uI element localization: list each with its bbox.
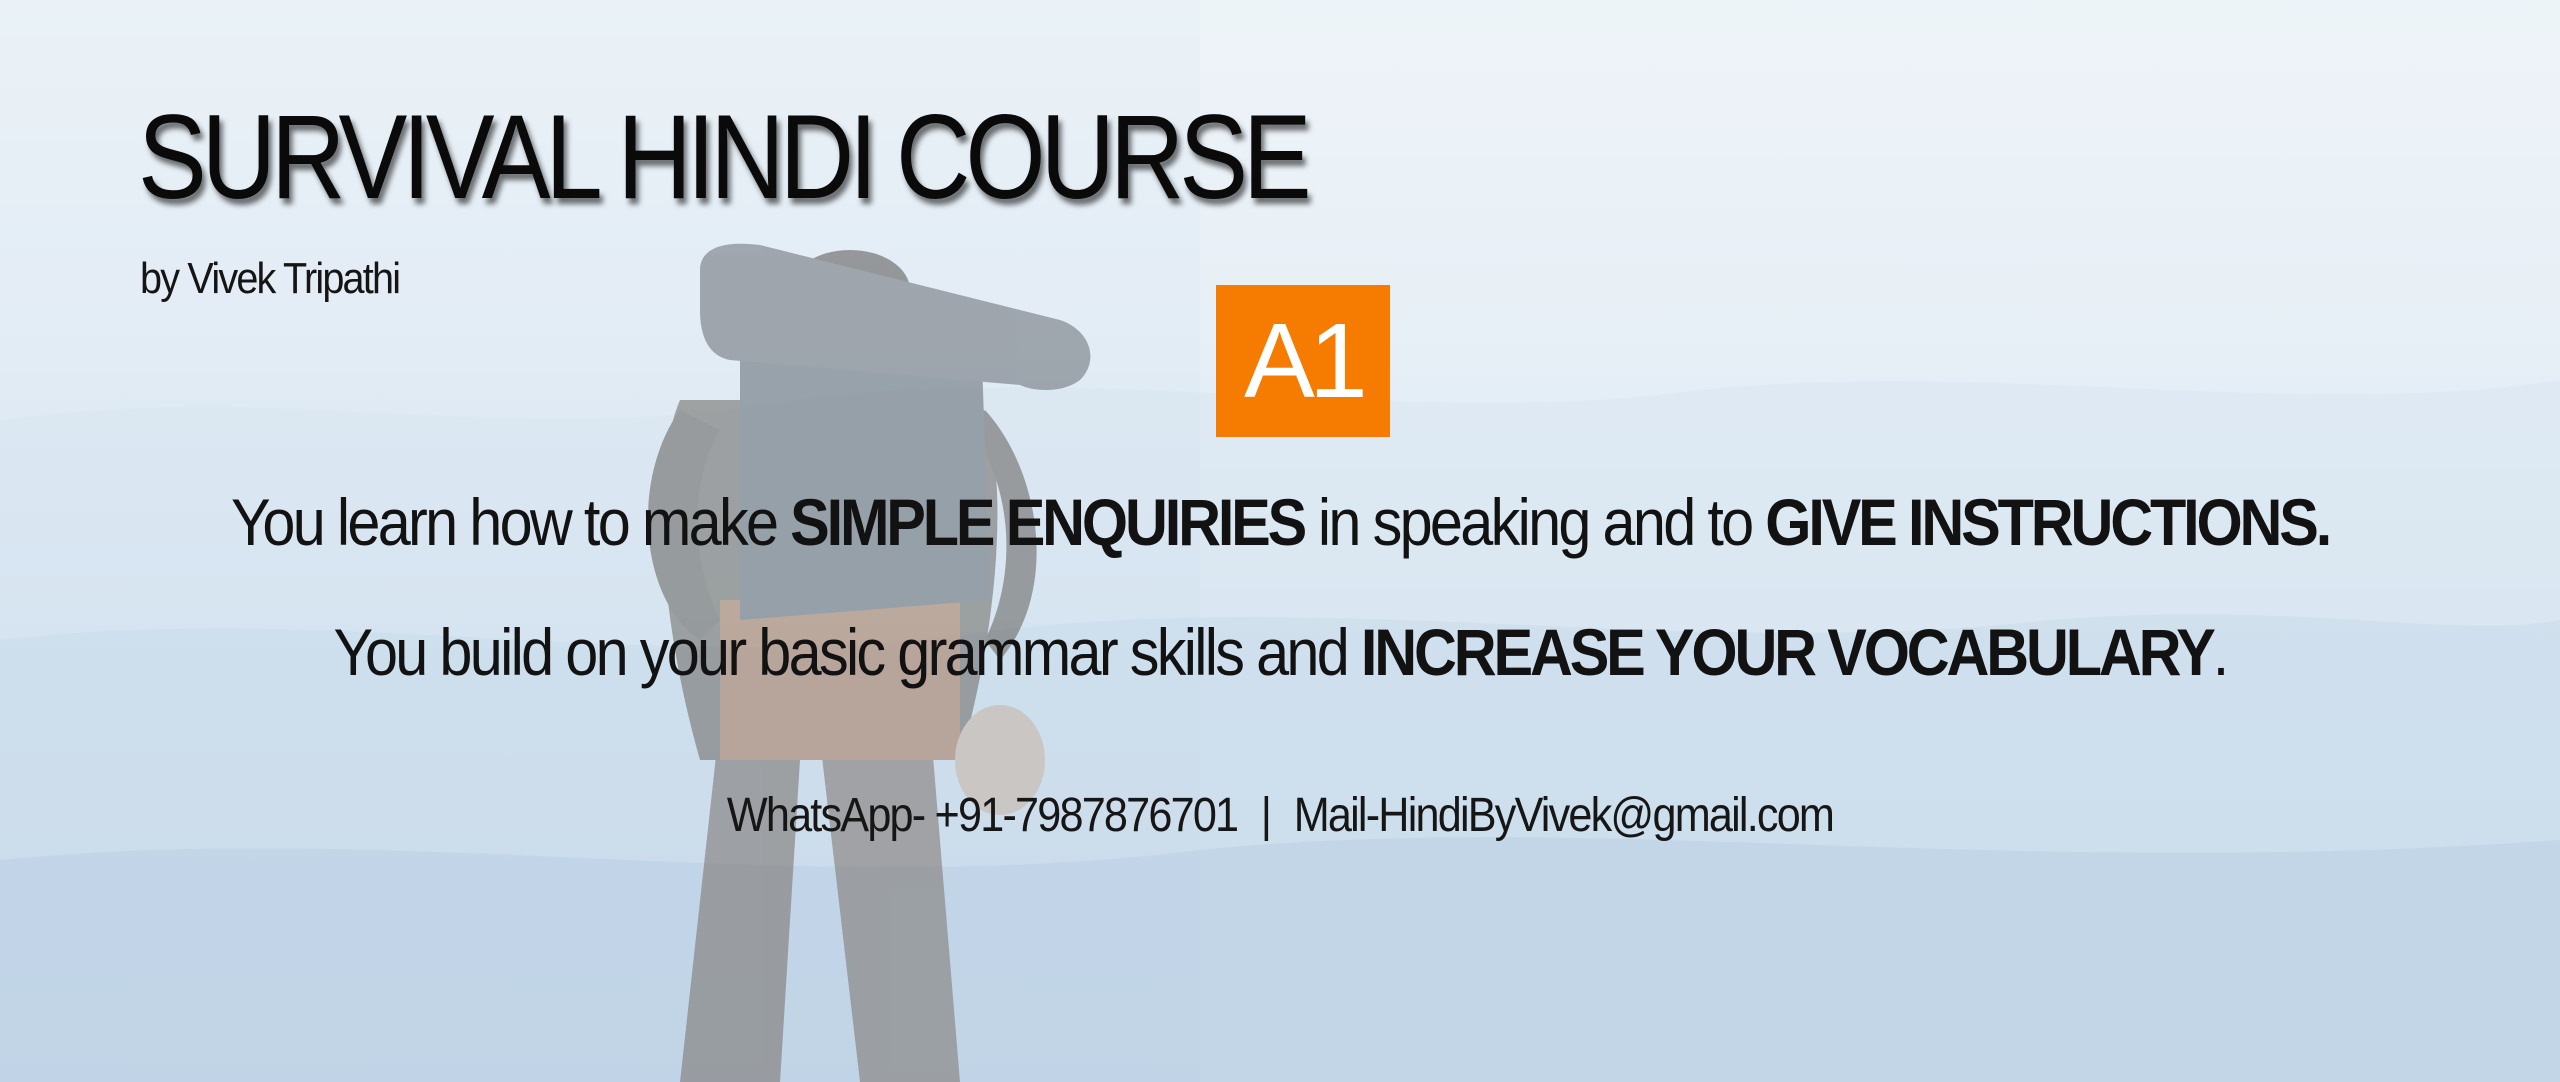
author-byline: by Vivek Tripathi [140, 254, 401, 303]
line1-text-1: You learn how to make [230, 485, 791, 559]
line1-highlight-1: SIMPLE ENQUIRIES [790, 485, 1307, 559]
whatsapp-contact[interactable]: WhatsApp- +91-7987876701 [727, 789, 1239, 842]
contact-separator: | [1260, 789, 1272, 842]
course-banner: SURVIVAL HINDI COURSE by Vivek Tripathi … [0, 0, 2560, 1082]
line1-text-2: in speaking and to [1304, 485, 1766, 559]
line2-text-1: You build on your basic grammar skills a… [333, 615, 1361, 689]
level-badge: A1 [1216, 285, 1390, 437]
email-contact[interactable]: Mail-HindiByVivek@gmail.com [1294, 789, 1835, 842]
description-line-1: You learn how to make SIMPLE ENQUIRIES i… [128, 484, 2432, 560]
level-badge-label: A1 [1244, 302, 1368, 420]
description-line-2: You build on your basic grammar skills a… [128, 614, 2432, 690]
line1-highlight-2: GIVE INSTRUCTIONS. [1765, 485, 2332, 559]
course-title: SURVIVAL HINDI COURSE [138, 90, 1312, 224]
line2-text-2: . [2212, 615, 2230, 689]
line2-highlight-1: INCREASE YOUR VOCABULARY [1360, 615, 2216, 689]
contact-info: WhatsApp- +91-7987876701 | Mail-HindiByV… [128, 788, 2432, 843]
